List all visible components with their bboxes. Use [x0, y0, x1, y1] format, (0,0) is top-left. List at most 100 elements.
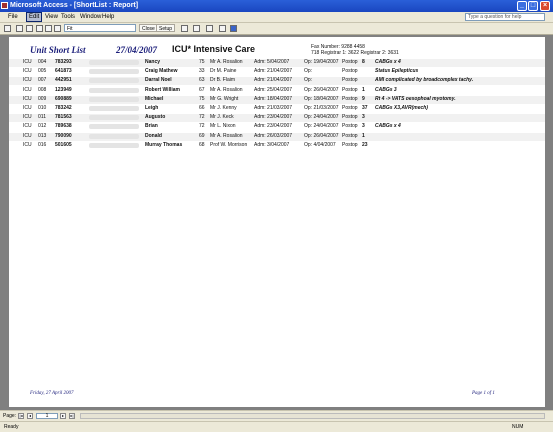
cell-consultant: Prof W. Morrison [210, 141, 248, 148]
zoom-icon[interactable] [26, 25, 33, 32]
report-date: 27/04/2007 [116, 45, 158, 55]
registrar-numbers: 718 Registrar 1: 3622 Registrar 2: 3631 [311, 50, 399, 56]
cell-unit: ICU [23, 141, 32, 148]
cell-adm: Adm: 5/04/2007 [254, 59, 290, 65]
minimize-button[interactable]: _ [517, 1, 527, 11]
cell-postop: Postop [342, 114, 358, 121]
redacted-surname [89, 69, 139, 75]
cell-consultant: Dr B. Flaim [210, 77, 235, 84]
cell-name: Brian [145, 123, 158, 130]
cell-age: 63 [199, 77, 205, 84]
cell-name: Darral Noel [145, 77, 172, 84]
redacted-surname [89, 133, 139, 139]
previous-page-button[interactable]: ◂ [27, 413, 33, 419]
cell-mrn: 123949 [55, 86, 72, 93]
cell-unit: ICU [23, 114, 32, 121]
cell-op: Op: 21/03/2007 [304, 105, 339, 111]
cell-day: 8 [362, 59, 365, 65]
cell-adm: Adm: 23/04/2007 [254, 114, 293, 121]
cell-age: 75 [199, 59, 205, 65]
cell-mrn: 783293 [55, 59, 72, 65]
menu-edit[interactable]: Edit [26, 12, 43, 22]
menu-file[interactable]: File [6, 12, 20, 22]
new-object-icon[interactable] [206, 25, 213, 32]
cell-day: 1 [362, 86, 365, 93]
cell-consultant: Mr A. Rosalion [210, 86, 243, 93]
cell-op: Op: 26/04/2007 [304, 86, 339, 93]
close-window-button[interactable]: × [540, 1, 550, 11]
access-app-icon[interactable] [1, 2, 8, 9]
cell-name: Leigh [145, 105, 159, 111]
close-button[interactable]: Close [139, 24, 158, 32]
redacted-surname [89, 124, 139, 130]
cell-postop: Postop [342, 132, 358, 139]
horizontal-scrollbar[interactable] [80, 413, 545, 419]
page-number-input[interactable]: 1 [36, 413, 58, 419]
table-row: ICU 005 641873 Craig Mathew 33 Dr M. Paine Adm… [9, 68, 545, 76]
one-page-icon[interactable] [36, 25, 43, 32]
cell-name: Michael [145, 95, 164, 102]
table-row: ICU 010 783242 Leigh 66 Mr J. Kenny Adm: 21/03… [9, 105, 545, 113]
menu-help[interactable]: Help [100, 12, 116, 22]
cell-age: 72 [199, 123, 205, 130]
office-links-icon[interactable] [181, 25, 188, 32]
table-row: ICU 012 789638 Brian 72 Mr L. Nixon Adm: 23/04… [9, 123, 545, 131]
next-page-button[interactable]: ▸ [60, 413, 66, 419]
nav-label: Page: [3, 413, 17, 419]
cell-postop: Postop [342, 77, 358, 84]
cell-note: AMI complicated by broadcomplex tachy. [375, 77, 474, 84]
multiple-pages-icon[interactable] [54, 25, 61, 32]
cell-day: 37 [362, 105, 368, 111]
table-row: ICU 008 123949 Robert William 67 Mr A. Rosali… [9, 87, 545, 95]
cell-unit: ICU [23, 86, 32, 93]
cell-bed: 012 [38, 123, 47, 130]
cell-name: Robert William [145, 86, 180, 93]
table-row: ICU 013 790090 Donald 69 Mr A. Rosalion Adm: 2… [9, 132, 545, 141]
cell-name: Donald [145, 132, 162, 139]
cell-day: 3 [362, 114, 365, 121]
cell-op: Op: 26/04/2007 [304, 132, 339, 139]
cell-adm: Adm: 25/04/2007 [254, 86, 293, 93]
toolbar-options-icon[interactable] [230, 25, 237, 32]
record-navigation-bar: Page: |◂ ◂ 1 ▸ ▸| [0, 410, 553, 421]
database-window-icon[interactable] [193, 25, 200, 32]
cell-day: 1 [362, 132, 365, 139]
table-row: ICU 009 690889 Michael 75 Mr G. Wright Adm: 18… [9, 95, 545, 104]
report-title: Unit Short List [30, 45, 86, 55]
window-title: Microsoft Access - [ShortList : Report] [10, 2, 139, 9]
unit-name: ICU* Intensive Care [172, 44, 256, 54]
cell-bed: 011 [38, 114, 46, 121]
cell-note: Rt 4 -> VATS oesophoal myotomy. [375, 95, 456, 102]
two-pages-icon[interactable] [45, 25, 52, 32]
cell-note: CABGs x 4 [375, 59, 401, 65]
maximize-button[interactable]: □ [528, 1, 538, 11]
table-row: ICU 016 501605 Murray Thomas 68 Prof W. Morri… [9, 142, 545, 150]
menu-view[interactable]: View [43, 12, 60, 22]
cell-bed: 008 [38, 86, 47, 93]
last-page-button[interactable]: ▸| [69, 413, 75, 419]
setup-button[interactable]: Setup [156, 24, 176, 32]
cell-consultant: Mr G. Wright [210, 95, 239, 102]
cell-bed: 005 [38, 68, 47, 75]
table-row: ICU 011 781563 Augusto 72 Mr J. Keck Adm: 23/0… [9, 114, 545, 123]
zoom-select[interactable]: Fit [64, 24, 136, 32]
cell-mrn: 501605 [55, 141, 72, 148]
cell-mrn: 783242 [55, 105, 72, 111]
footer-date: Friday, 27 April 2007 [30, 391, 74, 396]
cell-postop: Postop [342, 105, 358, 111]
cell-mrn: 790090 [55, 132, 72, 139]
help-icon[interactable] [219, 25, 226, 32]
cell-unit: ICU [23, 77, 32, 84]
help-search-input[interactable]: Type a question for help [465, 13, 545, 21]
view-icon[interactable] [4, 25, 11, 32]
menu-tools[interactable]: Tools [59, 12, 77, 22]
print-icon[interactable] [16, 25, 23, 32]
cell-note: CABGs 3 [375, 86, 397, 93]
first-page-button[interactable]: |◂ [18, 413, 24, 419]
cell-unit: ICU [23, 105, 32, 111]
print-preview-toolbar: Fit Close Setup [0, 23, 553, 35]
cell-postop: Postop [342, 141, 358, 148]
cell-postop: Postop [342, 123, 358, 130]
table-row: ICU 007 442951 Darral Noel 63 Dr B. Flaim Adm:… [9, 77, 545, 86]
cell-consultant: Mr A. Rosalion [210, 59, 243, 65]
